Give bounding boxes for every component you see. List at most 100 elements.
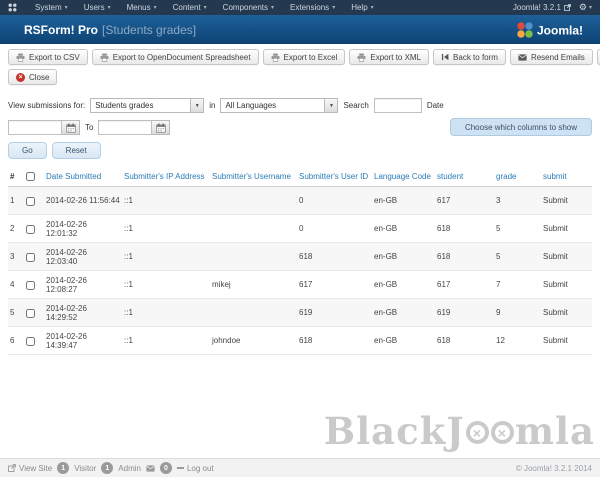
table-row: 42014-02-26 12:08:27::1mikej617en-GB6177… — [8, 271, 592, 299]
menu-label: Content — [173, 3, 201, 12]
button-label: Resend Emails — [531, 53, 585, 62]
close-button[interactable]: × Close — [8, 69, 57, 85]
go-button[interactable]: Go — [8, 142, 47, 159]
column-header-checkbox — [24, 167, 44, 187]
back-to-form-button[interactable]: Back to form — [433, 49, 506, 65]
cell-student: 617 — [435, 271, 494, 299]
cell-username — [210, 243, 297, 271]
form-select[interactable]: Students grades ▼ — [90, 98, 204, 113]
export-to-csv-button[interactable]: Export to CSV — [8, 49, 88, 65]
sort-link-submitter-s-username[interactable]: Submitter's Username — [212, 172, 291, 181]
cell-ip: ::1 — [122, 215, 210, 243]
joomla-version-link[interactable]: Joomla! 3.2.1 — [513, 3, 571, 12]
column-header-num: # — [8, 167, 24, 187]
caret-down-icon: ▾ — [154, 5, 157, 11]
sort-link-submitter-s-user-id[interactable]: Submitter's User ID — [299, 172, 368, 181]
cell-language: en-GB — [372, 187, 435, 215]
joomla-mark-icon — [8, 3, 17, 12]
sort-link-grade[interactable]: grade — [496, 172, 516, 181]
chevron-down-icon: ▼ — [324, 99, 337, 112]
menu-components[interactable]: Components▾ — [215, 3, 282, 12]
date-to-group — [98, 120, 170, 135]
select-all-checkbox[interactable] — [26, 172, 35, 181]
column-header-submitter-s-ip-address: Submitter's IP Address — [122, 167, 210, 187]
admin-label: Admin — [118, 464, 141, 473]
language-select[interactable]: All Languages ▼ — [220, 98, 338, 113]
row-checkbox[interactable] — [26, 281, 35, 290]
chevron-down-icon: ▼ — [190, 99, 203, 112]
export-to-xml-button[interactable]: Export to XML — [349, 49, 429, 65]
cell-user-id: 0 — [297, 187, 372, 215]
row-checkbox[interactable] — [26, 197, 35, 206]
version-label: Joomla! 3.2.1 — [513, 3, 561, 12]
date-from-group — [8, 120, 80, 135]
date-from-input[interactable] — [8, 120, 62, 135]
menu-menus[interactable]: Menus▾ — [119, 3, 165, 12]
cell-grade: 12 — [494, 327, 541, 355]
menu-system[interactable]: System▾ — [27, 3, 76, 12]
logout-link[interactable]: Log out — [177, 464, 214, 473]
cell-language: en-GB — [372, 215, 435, 243]
filter-row-3: Go Reset — [8, 142, 592, 159]
cell-submit: Submit — [541, 243, 592, 271]
caret-down-icon: ▾ — [271, 5, 274, 11]
row-checkbox[interactable] — [26, 337, 35, 346]
settings-menu[interactable]: ⚙ ▾ — [579, 2, 592, 13]
menu-users[interactable]: Users▾ — [76, 3, 119, 12]
blackjoomla-watermark: BlackJ××mla — [324, 413, 595, 450]
table-row: 62014-02-26 14:39:47::1johndoe618en-GB61… — [8, 327, 592, 355]
cell-checkbox — [24, 299, 44, 327]
sort-link-date-submitted[interactable]: Date Submitted — [46, 172, 101, 181]
row-checkbox[interactable] — [26, 309, 35, 318]
cell-grade: 5 — [494, 243, 541, 271]
button-label: Export to Excel — [284, 53, 338, 62]
menu-label: Help — [351, 3, 367, 12]
button-label: Back to form — [453, 53, 498, 62]
cell-submit: Submit — [541, 215, 592, 243]
column-header-submit: submit — [541, 167, 592, 187]
toolbar-main-row: Export to CSVExport to OpenDocument Spre… — [8, 49, 592, 65]
cell-user-id: 618 — [297, 327, 372, 355]
sort-link-student[interactable]: student — [437, 172, 463, 181]
caret-down-icon: ▾ — [371, 5, 374, 11]
menu-content[interactable]: Content▾ — [165, 3, 215, 12]
date-to-input[interactable] — [98, 120, 152, 135]
column-header-student: student — [435, 167, 494, 187]
cell-grade: 3 — [494, 187, 541, 215]
cell-username — [210, 299, 297, 327]
row-checkbox[interactable] — [26, 225, 35, 234]
sort-link-submitter-s-ip-address[interactable]: Submitter's IP Address — [124, 172, 205, 181]
cell-checkbox — [24, 187, 44, 215]
choose-columns-button[interactable]: Choose which columns to show — [450, 118, 592, 136]
cell-ip: ::1 — [122, 299, 210, 327]
caret-down-icon: ▾ — [65, 5, 68, 11]
view-site-link[interactable]: View Site — [8, 464, 52, 473]
back-arrow-icon — [441, 53, 449, 61]
logout-icon — [177, 467, 184, 469]
row-checkbox[interactable] — [26, 253, 35, 262]
sort-link-submit[interactable]: submit — [543, 172, 567, 181]
menu-help[interactable]: Help ▾ — [343, 3, 381, 12]
cell-grade: 7 — [494, 271, 541, 299]
search-input[interactable] — [374, 98, 422, 113]
export-to-excel-button[interactable]: Export to Excel — [263, 49, 346, 65]
navbar-menus: System▾Users▾Menus▾Content▾Components▾Ex… — [27, 3, 382, 12]
date-to-calendar-button[interactable] — [152, 120, 170, 135]
cell-ip: ::1 — [122, 271, 210, 299]
visitor-count-badge: 1 — [57, 462, 69, 474]
table-header-row: # Date Submitted Submitter's IP Address Sub… — [8, 167, 592, 187]
menu-extensions[interactable]: Extensions▾ — [282, 3, 343, 12]
table-row: 52014-02-26 14:29:52::1619en-GB6199Submi… — [8, 299, 592, 327]
cell-language: en-GB — [372, 243, 435, 271]
calendar-icon — [156, 123, 166, 133]
cell-num: 3 — [8, 243, 24, 271]
export-to-opendocument-spreadsheet-button[interactable]: Export to OpenDocument Spreadsheet — [92, 49, 259, 65]
cell-num: 2 — [8, 215, 24, 243]
button-label: Export to XML — [370, 53, 421, 62]
resend-emails-button[interactable]: Resend Emails — [510, 49, 593, 65]
date-from-calendar-button[interactable] — [62, 120, 80, 135]
reset-button[interactable]: Reset — [52, 142, 101, 159]
close-button-label: Close — [29, 73, 49, 82]
sort-link-language-code[interactable]: Language Code — [374, 172, 431, 181]
cell-user-id: 617 — [297, 271, 372, 299]
